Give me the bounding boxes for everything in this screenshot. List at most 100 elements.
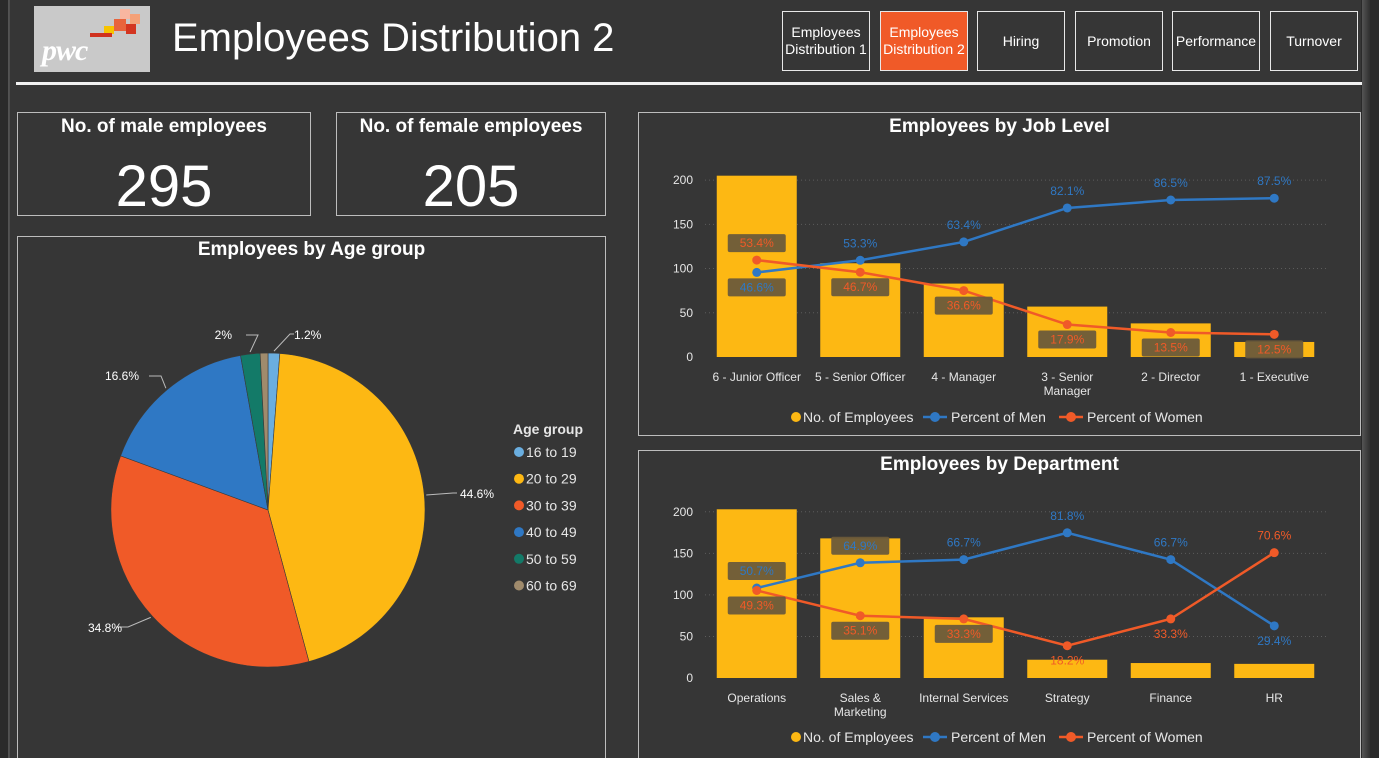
women-data-label: 46.7% <box>843 280 877 294</box>
nav-label-line1: Performance <box>1175 32 1257 49</box>
women-data-label: 70.6% <box>1257 529 1291 543</box>
nav-button-label: Employees Distribution 1 <box>785 24 867 58</box>
men-point <box>855 255 865 265</box>
men-data-label: 64.9% <box>843 539 877 553</box>
nav-label-line1: Employees <box>791 24 861 40</box>
x-tick-label: 3 - Senior <box>1041 370 1093 384</box>
female-kpi-title: No. of female employees <box>359 116 583 137</box>
women-point <box>1166 614 1176 624</box>
nav-button-5[interactable]: Performance <box>1172 11 1260 71</box>
y-tick-label: 200 <box>673 173 693 187</box>
pie-legend-marker <box>514 553 524 564</box>
nav-button-3[interactable]: Hiring <box>977 11 1065 71</box>
men-point <box>1166 195 1176 205</box>
nav-label-line2: Distribution 1 <box>785 41 867 57</box>
men-data-label: 46.6% <box>740 280 774 294</box>
nav-button-2[interactable]: Employees Distribution 2 <box>880 11 968 71</box>
women-point <box>1166 327 1176 337</box>
pie-leader-line <box>426 492 457 496</box>
page-title: Employees Distribution 2 <box>172 16 615 60</box>
job-level-chart-panel: Employees by Job Level 0 50 100 150 200 6 - J… <box>638 112 1361 436</box>
y-tick-label: 150 <box>673 217 693 231</box>
men-data-label: 82.1% <box>1050 184 1084 198</box>
pie-legend-item: 60 to 69 <box>526 578 577 594</box>
nav-label-line1: Turnover <box>1286 32 1342 49</box>
women-data-label: 49.3% <box>740 598 774 612</box>
pie-data-label: 1.2% <box>294 328 322 342</box>
men-data-label: 29.4% <box>1257 634 1291 648</box>
y-tick-label: 200 <box>673 505 693 519</box>
men-data-label: 53.3% <box>843 236 877 250</box>
nav-label-line2: Distribution 2 <box>883 41 965 57</box>
x-tick-label: Operations <box>727 691 786 705</box>
male-kpi-value: 295 <box>115 154 213 219</box>
pie-data-label: 16.6% <box>105 369 139 383</box>
men-data-label: 86.5% <box>1154 176 1188 190</box>
y-tick-label: 0 <box>686 671 693 685</box>
legend-marker <box>1066 732 1076 742</box>
women-data-label: 36.6% <box>947 299 981 313</box>
pie-legend-item: 16 to 19 <box>526 444 577 460</box>
legend-label: No. of Employees <box>803 729 914 745</box>
men-data-label: 81.8% <box>1050 509 1084 523</box>
right-edge-bar <box>1362 0 1370 758</box>
men-data-label: 63.4% <box>947 218 981 232</box>
women-point <box>1062 320 1072 330</box>
women-data-label: 53.4% <box>740 236 774 250</box>
women-data-label: 17.9% <box>1050 333 1084 347</box>
pie-data-label: 44.6% <box>460 487 494 501</box>
pie-leader-line <box>273 333 294 352</box>
legend-label: Percent of Women <box>1087 729 1203 745</box>
men-data-label: 50.7% <box>740 564 774 578</box>
men-point <box>752 267 762 277</box>
bar-1 <box>716 175 797 357</box>
age-group-chart-panel: Employees by Age group 1.2% 44.6% 34.8% 16.… <box>17 236 606 758</box>
women-data-label: 33.3% <box>1154 627 1188 641</box>
pie-data-label: 34.8% <box>88 621 122 635</box>
nav-button-1[interactable]: Employees Distribution 1 <box>782 11 870 71</box>
women-point <box>959 614 969 624</box>
female-kpi-card: No. of female employees 205 <box>336 112 606 219</box>
men-point <box>1269 193 1279 203</box>
men-data-label: 66.7% <box>947 536 981 550</box>
women-data-label: 35.1% <box>843 624 877 638</box>
pie-legend-item: 30 to 39 <box>526 497 577 513</box>
job-level-combo-chart: 0 50 100 150 200 6 - Junior Officer 5 - Senior… <box>673 173 1326 425</box>
x-tick-label: HR <box>1266 691 1284 705</box>
men-point <box>1062 203 1072 213</box>
women-point <box>752 255 762 265</box>
men-point <box>1062 528 1072 538</box>
x-tick-label: Finance <box>1149 691 1192 705</box>
pie-data-label: 2% <box>215 328 233 342</box>
legend-label: Percent of Men <box>951 409 1046 425</box>
women-point <box>855 267 865 277</box>
women-data-label: 12.5% <box>1257 342 1291 356</box>
female-kpi-value: 205 <box>422 154 520 219</box>
pie-legend-marker <box>514 527 524 538</box>
header-divider <box>16 82 1362 85</box>
pie-legend-title: Age group <box>513 421 583 437</box>
men-point <box>855 558 865 568</box>
nav-button-label: Promotion <box>1087 33 1151 50</box>
y-tick-label: 50 <box>680 629 694 643</box>
pie-legend-marker <box>514 473 524 484</box>
women-point <box>855 611 865 621</box>
pie-legend-marker <box>514 580 524 591</box>
women-data-label: 13.5% <box>1154 340 1188 354</box>
nav-button-6[interactable]: Turnover <box>1270 11 1358 71</box>
x-tick-label: 5 - Senior Officer <box>815 370 905 384</box>
male-kpi-title: No. of male employees <box>61 116 267 137</box>
y-tick-label: 100 <box>673 588 693 602</box>
x-tick-label: 2 - Director <box>1141 370 1200 384</box>
legend-label: Percent of Men <box>951 729 1046 745</box>
pie-legend-marker <box>514 500 524 511</box>
x-tick-label: 1 - Executive <box>1240 370 1310 384</box>
y-tick-label: 50 <box>680 306 694 320</box>
women-data-label: 18.2% <box>1050 654 1084 668</box>
legend-label: No. of Employees <box>803 409 914 425</box>
y-tick-label: 150 <box>673 546 693 560</box>
legend-label: Percent of Women <box>1087 409 1203 425</box>
nav-button-4[interactable]: Promotion <box>1075 11 1163 71</box>
age-pie-chart: 1.2% 44.6% 34.8% 16.6% 2% Age group 16 to 19 20… <box>88 328 583 668</box>
men-data-label: 66.7% <box>1154 536 1188 550</box>
